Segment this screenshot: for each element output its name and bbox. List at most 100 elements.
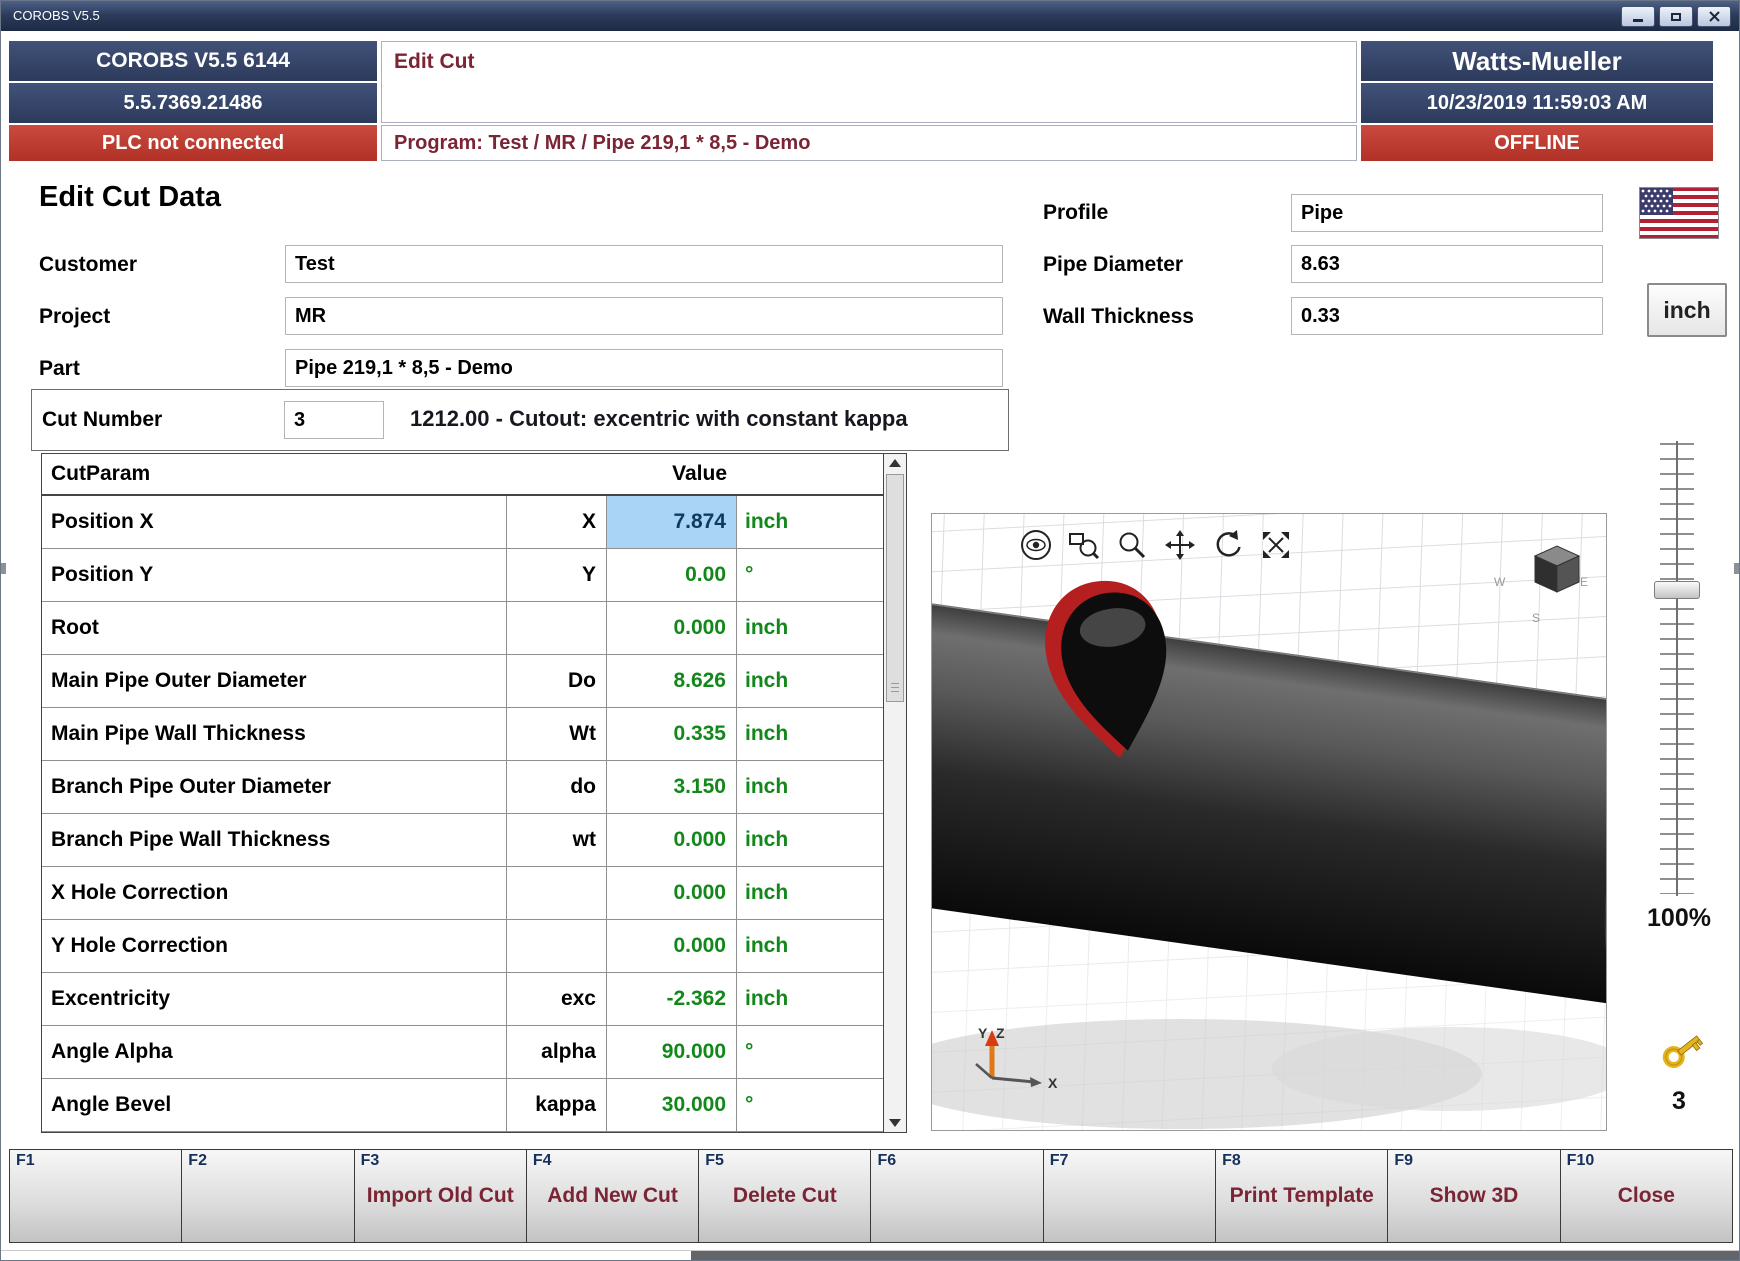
param-value-cell[interactable]: 0.00 [607, 549, 737, 601]
param-symbol-cell [507, 602, 607, 654]
function-key-label [10, 1150, 181, 1242]
part-field[interactable]: Pipe 219,1 * 8,5 - Demo [285, 349, 1003, 387]
param-unit-cell: inch [737, 973, 885, 1025]
scrollbar-thumb[interactable] [886, 474, 904, 702]
axis-z-label: Z [996, 1025, 1005, 1041]
orientation-cube[interactable] [1522, 534, 1592, 604]
param-row[interactable]: Angle Bevelkappa30.000° [42, 1079, 885, 1132]
maximize-button[interactable] [1659, 6, 1693, 27]
param-row[interactable]: Root0.000inch [42, 602, 885, 655]
close-button[interactable] [1697, 6, 1731, 27]
param-unit-cell: ° [737, 549, 885, 601]
param-value-cell[interactable]: 30.000 [607, 1079, 737, 1131]
function-key-f8-button[interactable]: F8Print Template [1216, 1150, 1388, 1242]
window-title: COROBS V5.5 [13, 8, 100, 23]
function-key-bar: F1F2F3Import Old CutF4Add New CutF5Delet… [9, 1149, 1733, 1243]
function-key-number: F2 [188, 1152, 207, 1170]
param-value-cell[interactable]: -2.362 [607, 973, 737, 1025]
param-value-cell[interactable]: 3.150 [607, 761, 737, 813]
param-value-cell[interactable]: 0.000 [607, 602, 737, 654]
pipe-diameter-field[interactable]: 8.63 [1291, 245, 1603, 283]
rotate-icon[interactable] [1209, 526, 1247, 564]
axis-y-label: Y [978, 1025, 988, 1041]
function-key-number: F4 [533, 1152, 552, 1170]
param-unit-cell: inch [737, 602, 885, 654]
cut-number-label: Cut Number [42, 408, 162, 432]
header-symbol-spacer [507, 454, 607, 494]
param-name-cell: Angle Bevel [42, 1079, 507, 1131]
function-key-number: F1 [16, 1152, 35, 1170]
function-key-f7-button[interactable]: F7 [1044, 1150, 1216, 1242]
param-name-cell: Main Pipe Wall Thickness [42, 708, 507, 760]
left-resize-notch[interactable] [1, 563, 6, 574]
function-key-f5-button[interactable]: F5Delete Cut [699, 1150, 871, 1242]
maximize-icon [1671, 13, 1681, 21]
zoom-slider[interactable] [1651, 441, 1703, 896]
function-key-f6-button[interactable]: F6 [871, 1150, 1043, 1242]
slider-track[interactable] [1676, 441, 1678, 896]
cut-number-field[interactable]: 3 [284, 401, 384, 439]
pan-icon[interactable] [1161, 526, 1199, 564]
pipe-diameter-label: Pipe Diameter [1043, 253, 1183, 277]
table-scrollbar[interactable] [883, 454, 906, 1132]
param-row[interactable]: Main Pipe Outer DiameterDo8.626inch [42, 655, 885, 708]
orbit-icon[interactable] [1017, 526, 1055, 564]
function-key-f4-button[interactable]: F4Add New Cut [527, 1150, 699, 1242]
screen-title: Edit Cut [381, 41, 1357, 123]
param-symbol-cell: Wt [507, 708, 607, 760]
3d-viewport[interactable]: W E S [931, 513, 1607, 1131]
project-field[interactable]: MR [285, 297, 1003, 335]
function-key-f1-button[interactable]: F1 [10, 1150, 182, 1242]
param-row[interactable]: Position XX7.874inch [42, 496, 885, 549]
slider-handle[interactable] [1654, 581, 1700, 599]
param-unit-cell: inch [737, 761, 885, 813]
param-value-cell[interactable]: 0.335 [607, 708, 737, 760]
function-key-number: F5 [705, 1152, 724, 1170]
param-row[interactable]: Position YY0.00° [42, 549, 885, 602]
function-key-f2-button[interactable]: F2 [182, 1150, 354, 1242]
zoom-window-icon[interactable] [1065, 526, 1103, 564]
title-bar[interactable]: COROBS V5.5 [1, 1, 1739, 31]
param-value-cell[interactable]: 7.874 [607, 496, 737, 548]
scroll-up-icon[interactable] [889, 459, 901, 467]
param-row[interactable]: Y Hole Correction0.000inch [42, 920, 885, 973]
customer-field[interactable]: Test [285, 245, 1003, 283]
function-key-f9-button[interactable]: F9Show 3D [1388, 1150, 1560, 1242]
unit-toggle-button[interactable]: inch [1647, 283, 1727, 337]
param-row[interactable]: Branch Pipe Outer Diameterdo3.150inch [42, 761, 885, 814]
param-symbol-cell: exc [507, 973, 607, 1025]
param-value-cell[interactable]: 0.000 [607, 867, 737, 919]
fit-view-icon[interactable] [1257, 526, 1295, 564]
header-cutparam: CutParam [42, 454, 507, 494]
param-value-cell[interactable]: 0.000 [607, 814, 737, 866]
wall-thickness-field[interactable]: 0.33 [1291, 297, 1603, 335]
language-flag-us[interactable] [1639, 187, 1719, 239]
function-key-label: Import Old Cut [355, 1150, 526, 1242]
scroll-down-icon[interactable] [889, 1119, 901, 1127]
param-name-cell: Excentricity [42, 973, 507, 1025]
function-key-number: F9 [1394, 1152, 1413, 1170]
param-value-cell[interactable]: 0.000 [607, 920, 737, 972]
minimize-button[interactable] [1621, 6, 1655, 27]
function-key-f10-button[interactable]: F10Close [1561, 1150, 1732, 1242]
param-unit-cell: inch [737, 920, 885, 972]
function-key-label: Add New Cut [527, 1150, 698, 1242]
profile-field[interactable]: Pipe [1291, 194, 1603, 232]
param-row[interactable]: Excentricityexc-2.362inch [42, 973, 885, 1026]
param-row[interactable]: Main Pipe Wall ThicknessWt0.335inch [42, 708, 885, 761]
param-value-cell[interactable]: 8.626 [607, 655, 737, 707]
right-resize-notch[interactable] [1734, 563, 1739, 574]
project-label: Project [39, 305, 110, 329]
param-value-cell[interactable]: 90.000 [607, 1026, 737, 1078]
zoom-icon[interactable] [1113, 526, 1151, 564]
customer-label: Customer [39, 253, 137, 277]
param-row[interactable]: Branch Pipe Wall Thicknesswt0.000inch [42, 814, 885, 867]
param-unit-cell: inch [737, 814, 885, 866]
function-key-f3-button[interactable]: F3Import Old Cut [355, 1150, 527, 1242]
param-unit-cell: inch [737, 708, 885, 760]
param-row[interactable]: X Hole Correction0.000inch [42, 867, 885, 920]
axis-x-label: X [1048, 1075, 1058, 1091]
minimize-icon [1633, 19, 1643, 22]
param-row[interactable]: Angle Alphaalpha90.000° [42, 1026, 885, 1079]
param-name-cell: Angle Alpha [42, 1026, 507, 1078]
